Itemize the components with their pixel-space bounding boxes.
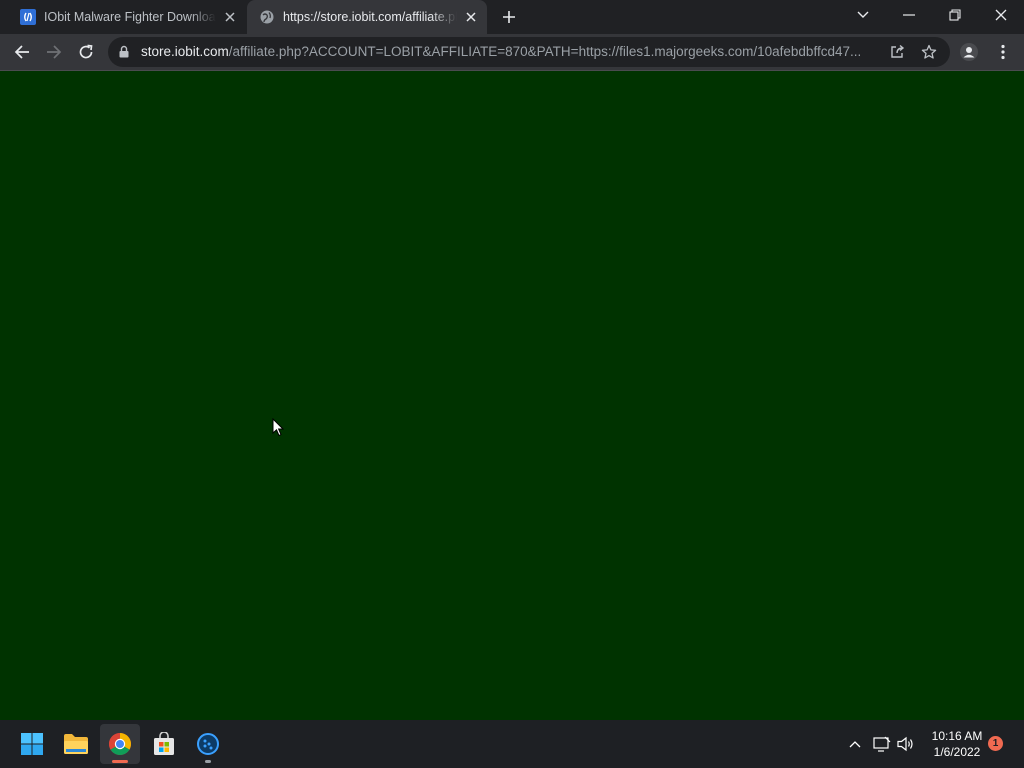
url-host: store.iobit.com	[141, 44, 229, 59]
taskbar: 10:16 AM 1/6/2022	[0, 720, 1024, 768]
system-clock[interactable]: 10:16 AM 1/6/2022	[926, 728, 988, 760]
close-tab-icon[interactable]	[220, 7, 240, 27]
tab-strip: IObit Malware Fighter Download https://s…	[0, 0, 1024, 34]
chevron-up-icon[interactable]	[845, 734, 865, 754]
tab-search-button[interactable]	[840, 0, 886, 30]
profile-button[interactable]	[955, 38, 983, 66]
globe-icon	[259, 9, 275, 25]
tab-title: https://store.iobit.com/affiliate.php	[283, 10, 457, 24]
microsoft-store-button[interactable]	[144, 724, 184, 764]
tab-iobit-download[interactable]: IObit Malware Fighter Download	[8, 0, 246, 34]
volume-icon[interactable]	[896, 734, 916, 754]
iobit-malware-fighter-icon	[197, 733, 219, 755]
clock-date: 1/6/2022	[933, 745, 981, 759]
address-bar[interactable]: store.iobit.com/affiliate.php?ACCOUNT=LO…	[108, 37, 950, 67]
tab-title: IObit Malware Fighter Download	[44, 10, 216, 24]
bookmark-star-icon[interactable]	[918, 42, 940, 62]
iobit-malware-fighter-button[interactable]	[188, 724, 228, 764]
menu-kebab-icon[interactable]	[989, 38, 1017, 66]
page-content[interactable]	[0, 71, 1024, 720]
file-explorer-button[interactable]	[56, 724, 96, 764]
active-app-indicator	[112, 760, 128, 763]
chrome-button[interactable]	[100, 724, 140, 764]
chrome-icon	[109, 733, 131, 755]
close-window-button[interactable]	[978, 0, 1024, 30]
reload-button[interactable]	[72, 38, 100, 66]
store-bag-icon	[154, 732, 174, 755]
back-button[interactable]	[8, 38, 36, 66]
network-icon[interactable]	[872, 734, 892, 754]
url-text[interactable]: store.iobit.com/affiliate.php?ACCOUNT=LO…	[141, 37, 874, 67]
browser-toolbar: store.iobit.com/affiliate.php?ACCOUNT=LO…	[0, 34, 1024, 71]
minimize-button[interactable]	[886, 0, 932, 30]
windows-logo-icon	[21, 733, 43, 755]
forward-button[interactable]	[40, 38, 68, 66]
restore-button[interactable]	[932, 0, 978, 30]
url-path: /affiliate.php?ACCOUNT=LOBIT&AFFILIATE=8…	[228, 44, 862, 59]
notification-badge[interactable]: 1	[988, 736, 1003, 751]
close-tab-icon[interactable]	[461, 7, 481, 27]
share-icon[interactable]	[886, 42, 908, 62]
mouse-cursor-icon	[272, 417, 285, 442]
start-button[interactable]	[12, 724, 52, 764]
tab-store-iobit[interactable]: https://store.iobit.com/affiliate.php	[247, 0, 487, 34]
iobit-icon	[20, 9, 36, 25]
folder-icon	[64, 734, 88, 754]
new-tab-button[interactable]	[497, 5, 521, 29]
running-app-indicator	[205, 760, 211, 763]
clock-time: 10:16 AM	[931, 729, 983, 743]
lock-icon[interactable]	[119, 45, 129, 63]
